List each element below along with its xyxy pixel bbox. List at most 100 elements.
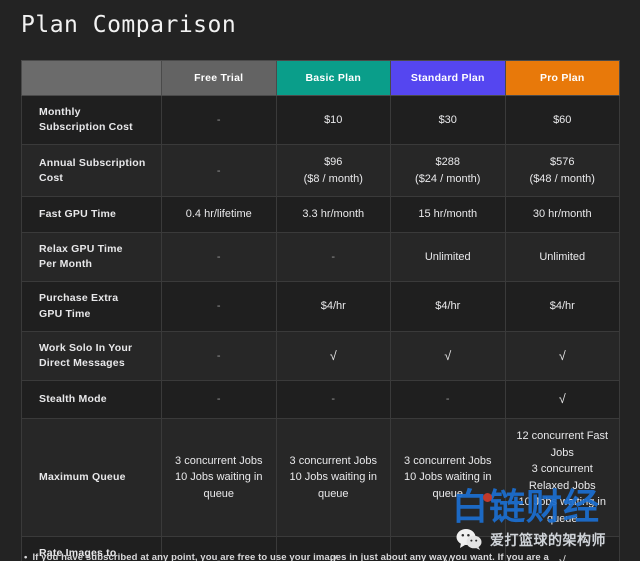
- row-label: Stealth Mode: [22, 381, 162, 419]
- table-row: Purchase Extra GPU Time - $4/hr $4/hr $4/hr: [22, 282, 620, 331]
- value-line: Unlimited: [425, 251, 471, 263]
- row-label-line: Purchase Extra: [39, 292, 118, 304]
- value-line: Relaxed Jobs: [512, 478, 614, 495]
- plan-comparison-page: Plan Comparison Free Trial Basic Plan St…: [0, 0, 640, 561]
- table-header-row: Free Trial Basic Plan Standard Plan Pro …: [22, 61, 620, 96]
- dash-marker: -: [446, 393, 450, 405]
- row-label-line: Maximum Queue: [39, 471, 126, 483]
- row-label-line: GPU Time: [39, 308, 91, 320]
- row-value: -: [162, 381, 277, 419]
- value-line: $96: [283, 154, 385, 171]
- row-value: $288($24 / month): [391, 145, 506, 197]
- row-value: 3 concurrent Jobs10 Jobs waiting inqueue: [391, 419, 506, 537]
- row-value: $4/hr: [276, 282, 391, 331]
- page-title: Plan Comparison: [21, 12, 236, 38]
- dash-marker: -: [217, 350, 221, 362]
- row-label-line: Stealth Mode: [39, 393, 107, 405]
- row-value: 15 hr/month: [391, 197, 506, 233]
- row-value: -: [391, 381, 506, 419]
- value-line: 15 hr/month: [418, 208, 477, 220]
- value-line: 3.3 hr/month: [302, 208, 364, 220]
- plan-comparison-table-wrapper: Free Trial Basic Plan Standard Plan Pro …: [21, 60, 619, 561]
- row-value: $60: [505, 96, 620, 145]
- header-blank: [22, 61, 162, 96]
- row-value: $576($48 / month): [505, 145, 620, 197]
- header-free-trial: Free Trial: [162, 61, 277, 96]
- value-line: queue: [397, 486, 499, 503]
- check-icon: √: [444, 349, 451, 363]
- row-value: -: [162, 232, 277, 281]
- value-line: $288: [397, 154, 499, 171]
- value-line: queue: [512, 511, 614, 528]
- value-line: 0.4 hr/lifetime: [186, 208, 252, 220]
- row-value: √: [505, 381, 620, 419]
- table-row: Fast GPU Time 0.4 hr/lifetime 3.3 hr/month…: [22, 197, 620, 233]
- value-line: 10 Jobs waiting in: [168, 469, 270, 486]
- check-icon: √: [330, 349, 337, 363]
- value-line: 3 concurrent Jobs: [283, 453, 385, 470]
- row-value: -: [276, 232, 391, 281]
- dash-marker: -: [217, 114, 221, 126]
- value-line: queue: [168, 486, 270, 503]
- row-label-line: Annual Subscription: [39, 157, 145, 169]
- header-basic-plan: Basic Plan: [276, 61, 391, 96]
- row-value: $4/hr: [391, 282, 506, 331]
- value-line: 10 Jobs waiting in: [512, 494, 614, 511]
- value-line: $4/hr: [435, 300, 460, 312]
- row-label-line: Direct Messages: [39, 357, 125, 369]
- row-value: $10: [276, 96, 391, 145]
- value-line: 3 concurrent: [512, 461, 614, 478]
- header-pro-plan: Pro Plan: [505, 61, 620, 96]
- check-icon: √: [559, 349, 566, 363]
- table-row: Monthly Subscription Cost - $10 $30 $60: [22, 96, 620, 145]
- row-label-line: Fast GPU Time: [39, 208, 116, 220]
- check-icon: √: [559, 392, 566, 406]
- value-line: 30 hr/month: [533, 208, 592, 220]
- value-line: ($48 / month): [512, 171, 614, 188]
- row-value: √: [391, 331, 506, 380]
- value-line: queue: [283, 486, 385, 503]
- row-label-line: Per Month: [39, 258, 92, 270]
- value-line: $30: [439, 114, 457, 126]
- value-line: $10: [324, 114, 342, 126]
- row-value: 3 concurrent Jobs10 Jobs waiting inqueue: [162, 419, 277, 537]
- table-row: Work Solo In Your Direct Messages - √ √ √: [22, 331, 620, 380]
- row-value: $96($8 / month): [276, 145, 391, 197]
- value-line: ($8 / month): [283, 171, 385, 188]
- table-body: Monthly Subscription Cost - $10 $30 $60 Annual…: [22, 96, 620, 561]
- row-label-line: Relax GPU Time: [39, 243, 123, 255]
- row-value: 12 concurrent FastJobs3 concurrentRelaxe…: [505, 419, 620, 537]
- value-line: $60: [553, 114, 571, 126]
- value-line: $4/hr: [550, 300, 575, 312]
- table-header: Free Trial Basic Plan Standard Plan Pro …: [22, 61, 620, 96]
- value-line: Unlimited: [539, 251, 585, 263]
- row-value: 3 concurrent Jobs10 Jobs waiting inqueue: [276, 419, 391, 537]
- row-value: -: [162, 331, 277, 380]
- dash-marker: -: [217, 165, 221, 177]
- row-value: -: [162, 282, 277, 331]
- value-line: 10 Jobs waiting in: [283, 469, 385, 486]
- row-label-line: Monthly: [39, 106, 81, 118]
- row-value: $30: [391, 96, 506, 145]
- value-line: 3 concurrent Jobs: [397, 453, 499, 470]
- table-row: Stealth Mode - - - √: [22, 381, 620, 419]
- row-label-line: Subscription Cost: [39, 121, 133, 133]
- row-label-line: Cost: [39, 172, 63, 184]
- row-label: Work Solo In Your Direct Messages: [22, 331, 162, 380]
- dash-marker: -: [217, 300, 221, 312]
- value-line: $576: [512, 154, 614, 171]
- plan-comparison-table: Free Trial Basic Plan Standard Plan Pro …: [21, 60, 620, 561]
- row-value: 30 hr/month: [505, 197, 620, 233]
- value-line: 12 concurrent Fast: [512, 428, 614, 445]
- table-row: Annual SubscriptionCost-$96($8 / month)$…: [22, 145, 620, 197]
- header-standard-plan: Standard Plan: [391, 61, 506, 96]
- row-label-line: Work Solo In Your: [39, 342, 132, 354]
- dash-marker: -: [331, 393, 335, 405]
- row-value: 3.3 hr/month: [276, 197, 391, 233]
- row-label: Annual Subscription Cost: [22, 145, 162, 197]
- value-line: ($24 / month): [397, 171, 499, 188]
- table-row: Relax GPU Time Per Month -- Unlimited Unlimi…: [22, 232, 620, 281]
- row-value: Unlimited: [505, 232, 620, 281]
- row-value: √: [505, 331, 620, 380]
- dash-marker: -: [217, 393, 221, 405]
